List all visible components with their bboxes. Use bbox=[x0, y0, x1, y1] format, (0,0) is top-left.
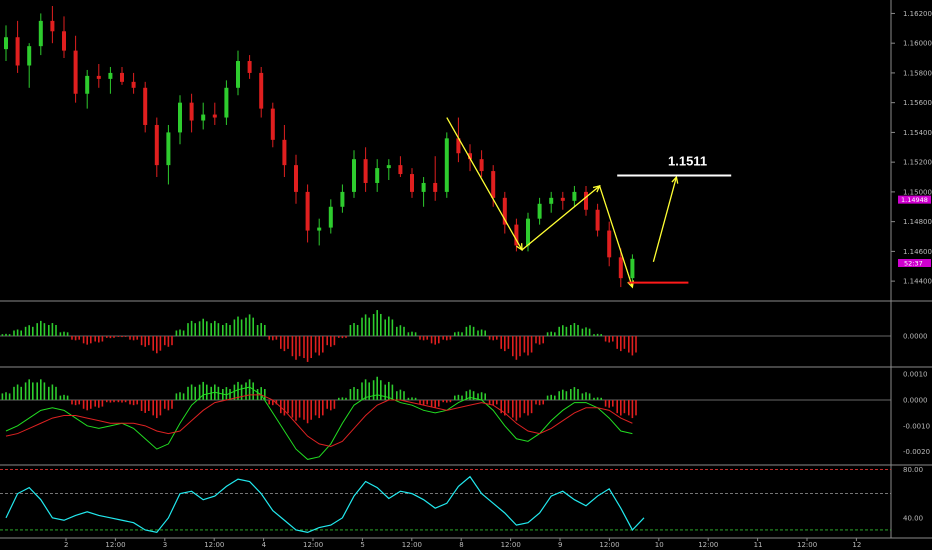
bullish-candle bbox=[201, 114, 206, 121]
bearish-candle bbox=[62, 31, 66, 51]
countdown-label: 52:37 bbox=[904, 260, 923, 268]
bullish-candle bbox=[549, 197, 554, 204]
target-price-annotation: 1.1511 bbox=[668, 154, 707, 169]
price-tick-label: 1.16200 bbox=[903, 10, 932, 18]
time-tick-label: 12:00 bbox=[204, 541, 224, 549]
bullish-candle bbox=[85, 75, 90, 94]
bullish-candle bbox=[4, 37, 8, 50]
bearish-candle bbox=[189, 102, 194, 121]
time-tick-label: 12:00 bbox=[105, 541, 125, 549]
bearish-candle bbox=[154, 124, 159, 166]
bullish-candle bbox=[317, 227, 322, 231]
price-tick-label: 1.15600 bbox=[903, 99, 932, 107]
oscillator-tick-label: 40.00 bbox=[903, 514, 923, 522]
bullish-candle bbox=[178, 102, 182, 133]
bearish-candle bbox=[584, 191, 588, 210]
macd-tick-label: 0.0010 bbox=[903, 371, 928, 379]
bullish-candle bbox=[537, 203, 542, 219]
time-tick-label: 12:00 bbox=[501, 541, 521, 549]
bearish-candle bbox=[73, 50, 78, 94]
bullish-candle bbox=[526, 218, 530, 246]
bearish-candle bbox=[305, 191, 310, 231]
bearish-candle bbox=[131, 81, 136, 88]
bullish-candle bbox=[27, 46, 32, 66]
oscillator-tick-label: 80.00 bbox=[903, 466, 923, 474]
bullish-candle bbox=[328, 206, 333, 228]
bearish-candle bbox=[212, 114, 217, 118]
bearish-candle bbox=[618, 257, 623, 279]
time-tick-label: 12:00 bbox=[303, 541, 323, 549]
price-tick-label: 1.15200 bbox=[903, 159, 932, 167]
bullish-candle bbox=[166, 132, 171, 166]
trading-chart[interactable]: 1.16200 1.16000 1.15800 1.15600 1.15400 1.152… bbox=[0, 0, 932, 550]
bearish-candle bbox=[15, 37, 20, 66]
current-price-label: 1.14948 bbox=[901, 196, 928, 204]
bearish-candle bbox=[96, 75, 101, 79]
bearish-candle bbox=[410, 174, 414, 192]
bullish-candle bbox=[38, 20, 43, 47]
bearish-candle bbox=[50, 20, 55, 32]
histogram-tick-label: 0.0000 bbox=[903, 333, 928, 341]
bearish-candle bbox=[259, 72, 264, 109]
bullish-candle bbox=[224, 87, 229, 118]
price-tick-label: 1.16000 bbox=[903, 40, 932, 48]
time-tick-label: 12:00 bbox=[402, 541, 422, 549]
bearish-candle bbox=[433, 182, 438, 192]
bearish-candle bbox=[282, 139, 287, 166]
time-tick-label: 12:00 bbox=[599, 541, 619, 549]
bearish-candle bbox=[270, 108, 275, 140]
bearish-candle bbox=[363, 159, 368, 183]
time-tick-label: 3 bbox=[163, 541, 167, 549]
bearish-candle bbox=[607, 230, 612, 258]
bullish-candle bbox=[236, 61, 240, 88]
bullish-candle bbox=[444, 138, 449, 192]
bullish-candle bbox=[421, 182, 426, 192]
price-tick-label: 1.14800 bbox=[903, 218, 932, 226]
price-tick-label: 1.15400 bbox=[903, 129, 932, 137]
time-tick-label: 11 bbox=[754, 541, 763, 549]
time-tick-label: 8 bbox=[459, 541, 463, 549]
time-tick-label: 4 bbox=[262, 541, 267, 549]
bearish-candle bbox=[143, 87, 148, 125]
bearish-candle bbox=[491, 171, 496, 198]
time-tick-label: 2 bbox=[64, 541, 68, 549]
time-tick-label: 12:00 bbox=[797, 541, 817, 549]
bearish-candle bbox=[560, 197, 565, 201]
price-tick-label: 1.14600 bbox=[903, 248, 932, 256]
bearish-candle bbox=[247, 61, 252, 73]
bullish-candle bbox=[386, 165, 391, 169]
bullish-candle bbox=[340, 191, 345, 207]
bearish-candle bbox=[595, 209, 600, 231]
bearish-candle bbox=[479, 159, 484, 172]
time-tick-label: 12 bbox=[852, 541, 861, 549]
bullish-candle bbox=[572, 191, 577, 201]
bearish-candle bbox=[398, 165, 403, 175]
price-tick-label: 1.15800 bbox=[903, 69, 932, 77]
bullish-candle bbox=[108, 72, 113, 79]
time-tick-label: 10 bbox=[655, 541, 664, 549]
macd-tick-label: 0.0000 bbox=[903, 397, 928, 405]
macd-tick-label: -0.0010 bbox=[903, 422, 930, 430]
time-tick-label: 9 bbox=[558, 541, 562, 549]
bearish-candle bbox=[120, 72, 124, 82]
bearish-candle bbox=[294, 165, 298, 192]
bullish-candle bbox=[630, 258, 635, 279]
bullish-candle bbox=[375, 168, 380, 183]
price-tick-label: 1.14400 bbox=[903, 278, 932, 286]
bullish-candle bbox=[352, 159, 356, 192]
macd-tick-label: -0.0020 bbox=[903, 448, 930, 456]
time-tick-label: 12:00 bbox=[698, 541, 718, 549]
chart-background bbox=[0, 0, 932, 550]
time-tick-label: 5 bbox=[360, 541, 364, 549]
